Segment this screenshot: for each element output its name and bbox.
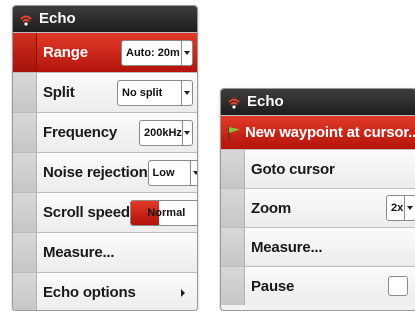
echo-sonar-icon: [228, 98, 240, 109]
menu-item-label: Pause: [251, 277, 295, 295]
menu-item-label: Measure...: [43, 244, 115, 261]
pause-checkbox[interactable]: [388, 276, 408, 296]
menu-item-range[interactable]: Range Auto: 20m: [13, 32, 197, 72]
noise-rejection-dropdown[interactable]: Low: [147, 159, 197, 186]
zoom-value: 2x: [391, 202, 404, 214]
frequency-value: 200kHz: [144, 126, 182, 139]
menu-item-label: Goto cursor: [251, 160, 335, 178]
menu-item-label: Split: [43, 84, 75, 101]
menu-title: Echo: [247, 93, 284, 110]
menu-item-goto-cursor[interactable]: Goto cursor: [221, 149, 415, 188]
echo-menu-panel: Echo Range Auto: 20m Split No split Freq…: [12, 5, 198, 311]
menu-item-scroll-speed[interactable]: Scroll speed Normal: [13, 192, 197, 232]
range-dropdown[interactable]: Auto: 20m: [121, 39, 193, 66]
menu-item-label: Frequency: [43, 124, 118, 141]
frequency-dropdown[interactable]: 200kHz: [139, 119, 193, 146]
chevron-down-icon[interactable]: [181, 120, 192, 145]
split-value: No split: [122, 86, 163, 99]
menu-title: Echo: [39, 10, 76, 27]
menu-item-label: Scroll speed: [43, 204, 130, 221]
menu-item-measure[interactable]: Measure...: [221, 227, 415, 266]
chevron-down-icon[interactable]: [189, 160, 197, 185]
range-value: Auto: 20m: [126, 46, 180, 59]
menu-item-label: Noise rejection: [43, 164, 148, 181]
menu-item-pause[interactable]: Pause: [221, 266, 415, 305]
menu-item-frequency[interactable]: Frequency 200kHz: [13, 112, 197, 152]
waypoint-flag-icon: [228, 126, 240, 140]
cursor-menu-panel: Echo New waypoint at cursor... Goto curs…: [220, 88, 415, 311]
menu-item-new-waypoint[interactable]: New waypoint at cursor...: [221, 115, 415, 149]
menu-titlebar: Echo: [13, 6, 197, 32]
chevron-down-icon[interactable]: [181, 80, 192, 105]
zoom-dropdown[interactable]: 2x: [386, 195, 415, 221]
menu-item-measure[interactable]: Measure...: [13, 232, 197, 272]
split-dropdown[interactable]: No split: [117, 79, 193, 106]
chevron-down-icon[interactable]: [181, 40, 192, 65]
chevron-right-icon: [181, 288, 185, 297]
menu-item-label: New waypoint at cursor...: [245, 124, 415, 141]
menu-item-split[interactable]: Split No split: [13, 72, 197, 112]
scroll-speed-slider[interactable]: Normal: [129, 199, 197, 226]
menu-item-label: Zoom: [251, 199, 292, 217]
menu-item-noise-rejection[interactable]: Noise rejection Low: [13, 152, 197, 192]
menu-item-label: Range: [43, 44, 88, 61]
menu-item-label: Echo options: [43, 284, 136, 301]
menu-item-zoom[interactable]: Zoom 2x: [221, 188, 415, 227]
echo-sonar-icon: [20, 15, 32, 26]
scroll-speed-value: Normal: [147, 206, 186, 219]
menu-item-echo-options[interactable]: Echo options: [13, 272, 197, 310]
menu-titlebar: Echo: [221, 89, 415, 115]
noise-rejection-value: Low: [152, 166, 175, 179]
chevron-down-icon[interactable]: [404, 196, 415, 220]
menu-item-label: Measure...: [251, 238, 323, 256]
